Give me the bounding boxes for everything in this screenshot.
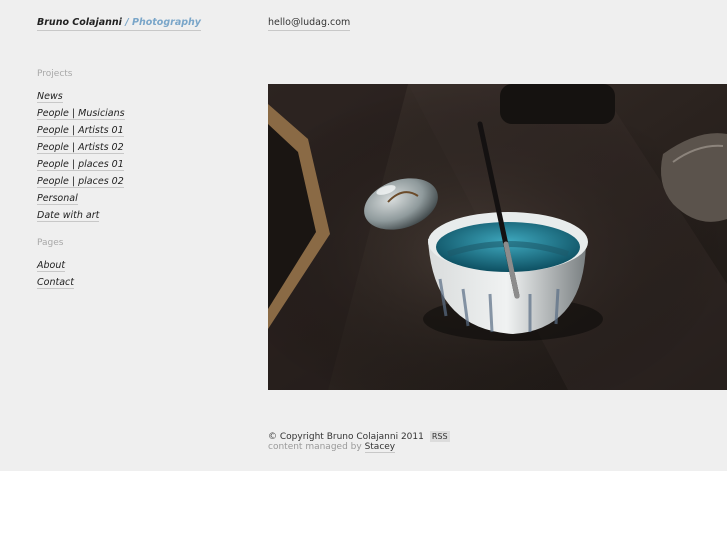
site-subtitle: Photography — [132, 17, 201, 28]
projects-heading: Projects — [37, 69, 73, 79]
nav-item-date-with-art[interactable]: Date with art — [37, 210, 100, 222]
nav-item-contact[interactable]: Contact — [37, 277, 74, 289]
managed-by-text: content managed by — [268, 442, 362, 452]
photo-still-life-bowl-and-pen — [268, 84, 727, 390]
stacey-link[interactable]: Stacey — [364, 442, 396, 453]
email-link[interactable]: hello@ludag.com — [268, 16, 351, 31]
pages-heading: Pages — [37, 238, 64, 248]
rss-link[interactable]: RSS — [429, 431, 450, 442]
pages-nav: About Contact — [37, 253, 74, 289]
featured-photo[interactable] — [268, 84, 727, 390]
projects-nav: News People | Musicians People | Artists… — [37, 84, 125, 222]
site-title-link[interactable]: Bruno Colajanni / Photography — [37, 16, 201, 31]
managed-by-line: content managed by Stacey — [268, 442, 396, 453]
copyright-text: © Copyright Bruno Colajanni 2011 — [268, 432, 424, 442]
title-separator: / — [125, 17, 129, 28]
site-owner-name: Bruno Colajanni — [37, 17, 122, 28]
